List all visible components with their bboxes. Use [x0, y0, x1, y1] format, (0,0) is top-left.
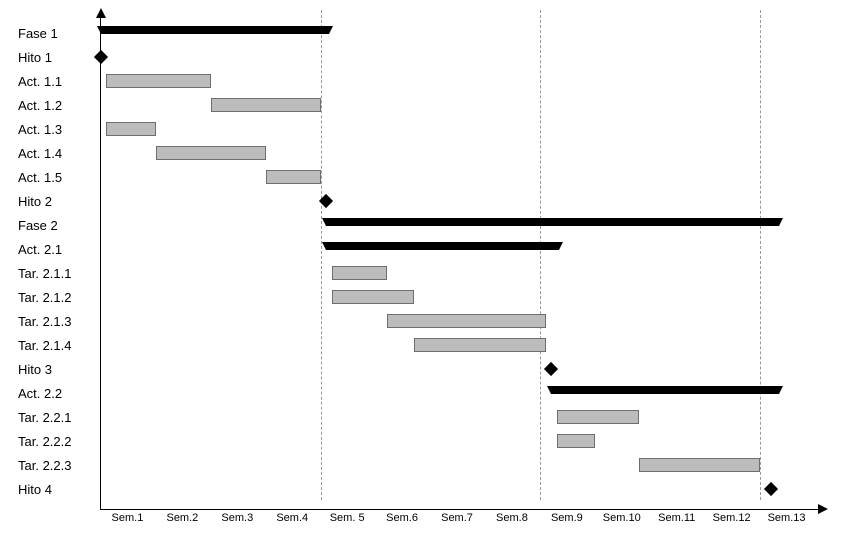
task-bar: [156, 146, 266, 160]
plot-area: [100, 10, 826, 510]
row-label: Hito 3: [0, 358, 100, 382]
gantt-chart: Fase 1Hito 1Act. 1.1Act. 1.2Act. 1.3Act.…: [0, 0, 843, 541]
summary-cap-icon: [767, 386, 783, 394]
row-label: Act. 2.1: [0, 238, 100, 262]
row-label: Tar. 2.1.3: [0, 310, 100, 334]
summary-bar: [101, 26, 321, 34]
x-axis-labels: Sem.1 Sem.2 Sem.3 Sem.4 Sem. 5 Sem.6 Sem.7 Sem.…: [100, 512, 826, 532]
x-tick-label: Sem.13: [768, 512, 806, 524]
task-bar: [106, 74, 210, 88]
task-bar: [557, 434, 595, 448]
y-axis-arrow-icon: [96, 8, 106, 18]
gridline: [321, 10, 322, 500]
summary-bar: [326, 218, 771, 226]
row-label: Act. 1.4: [0, 142, 100, 166]
row-label: Fase 1: [0, 22, 100, 46]
x-tick-label: Sem.11: [658, 512, 695, 524]
x-tick-label: Sem.2: [166, 512, 198, 524]
summary-cap-icon: [547, 242, 563, 250]
task-bar: [387, 314, 546, 328]
summary-cap-icon: [547, 386, 563, 394]
task-bar: [639, 458, 760, 472]
summary-cap-icon: [322, 242, 338, 250]
summary-cap-icon: [317, 26, 333, 34]
gridline: [760, 10, 761, 500]
task-bar: [414, 338, 546, 352]
row-label: Tar. 2.1.4: [0, 334, 100, 358]
summary-cap-icon: [322, 218, 338, 226]
row-label: Act. 1.3: [0, 118, 100, 142]
task-bar: [332, 266, 387, 280]
task-bar: [332, 290, 414, 304]
row-label: Tar. 2.1.1: [0, 262, 100, 286]
row-label: Act. 2.2: [0, 382, 100, 406]
summary-cap-icon: [97, 26, 113, 34]
x-tick-label: Sem.7: [441, 512, 473, 524]
x-tick-label: Sem.8: [496, 512, 528, 524]
x-tick-label: Sem.12: [713, 512, 751, 524]
row-label: Tar. 2.2.1: [0, 406, 100, 430]
summary-cap-icon: [767, 218, 783, 226]
summary-bar: [551, 386, 771, 394]
row-label: Act. 1.1: [0, 70, 100, 94]
x-tick-label: Sem.6: [386, 512, 418, 524]
gridline: [540, 10, 541, 500]
row-label: Hito 1: [0, 46, 100, 70]
row-label: Tar. 2.2.2: [0, 430, 100, 454]
x-tick-label: Sem.1: [112, 512, 144, 524]
row-label: Act. 1.5: [0, 166, 100, 190]
row-label: Hito 2: [0, 190, 100, 214]
row-label: Act. 1.2: [0, 94, 100, 118]
x-tick-label: Sem. 5: [330, 512, 365, 524]
task-bar: [266, 170, 321, 184]
x-tick-label: Sem.4: [276, 512, 308, 524]
task-bar: [211, 98, 321, 112]
milestone-icon: [544, 362, 558, 376]
x-tick-label: Sem.3: [221, 512, 253, 524]
task-bar: [106, 122, 155, 136]
row-labels: Fase 1Hito 1Act. 1.1Act. 1.2Act. 1.3Act.…: [0, 22, 100, 502]
row-label: Tar. 2.1.2: [0, 286, 100, 310]
summary-bar: [326, 242, 551, 250]
row-label: Fase 2: [0, 214, 100, 238]
x-tick-label: Sem.10: [603, 512, 641, 524]
milestone-icon: [764, 482, 778, 496]
row-label: Tar. 2.2.3: [0, 454, 100, 478]
x-tick-label: Sem.9: [551, 512, 583, 524]
row-label: Hito 4: [0, 478, 100, 502]
task-bar: [557, 410, 639, 424]
